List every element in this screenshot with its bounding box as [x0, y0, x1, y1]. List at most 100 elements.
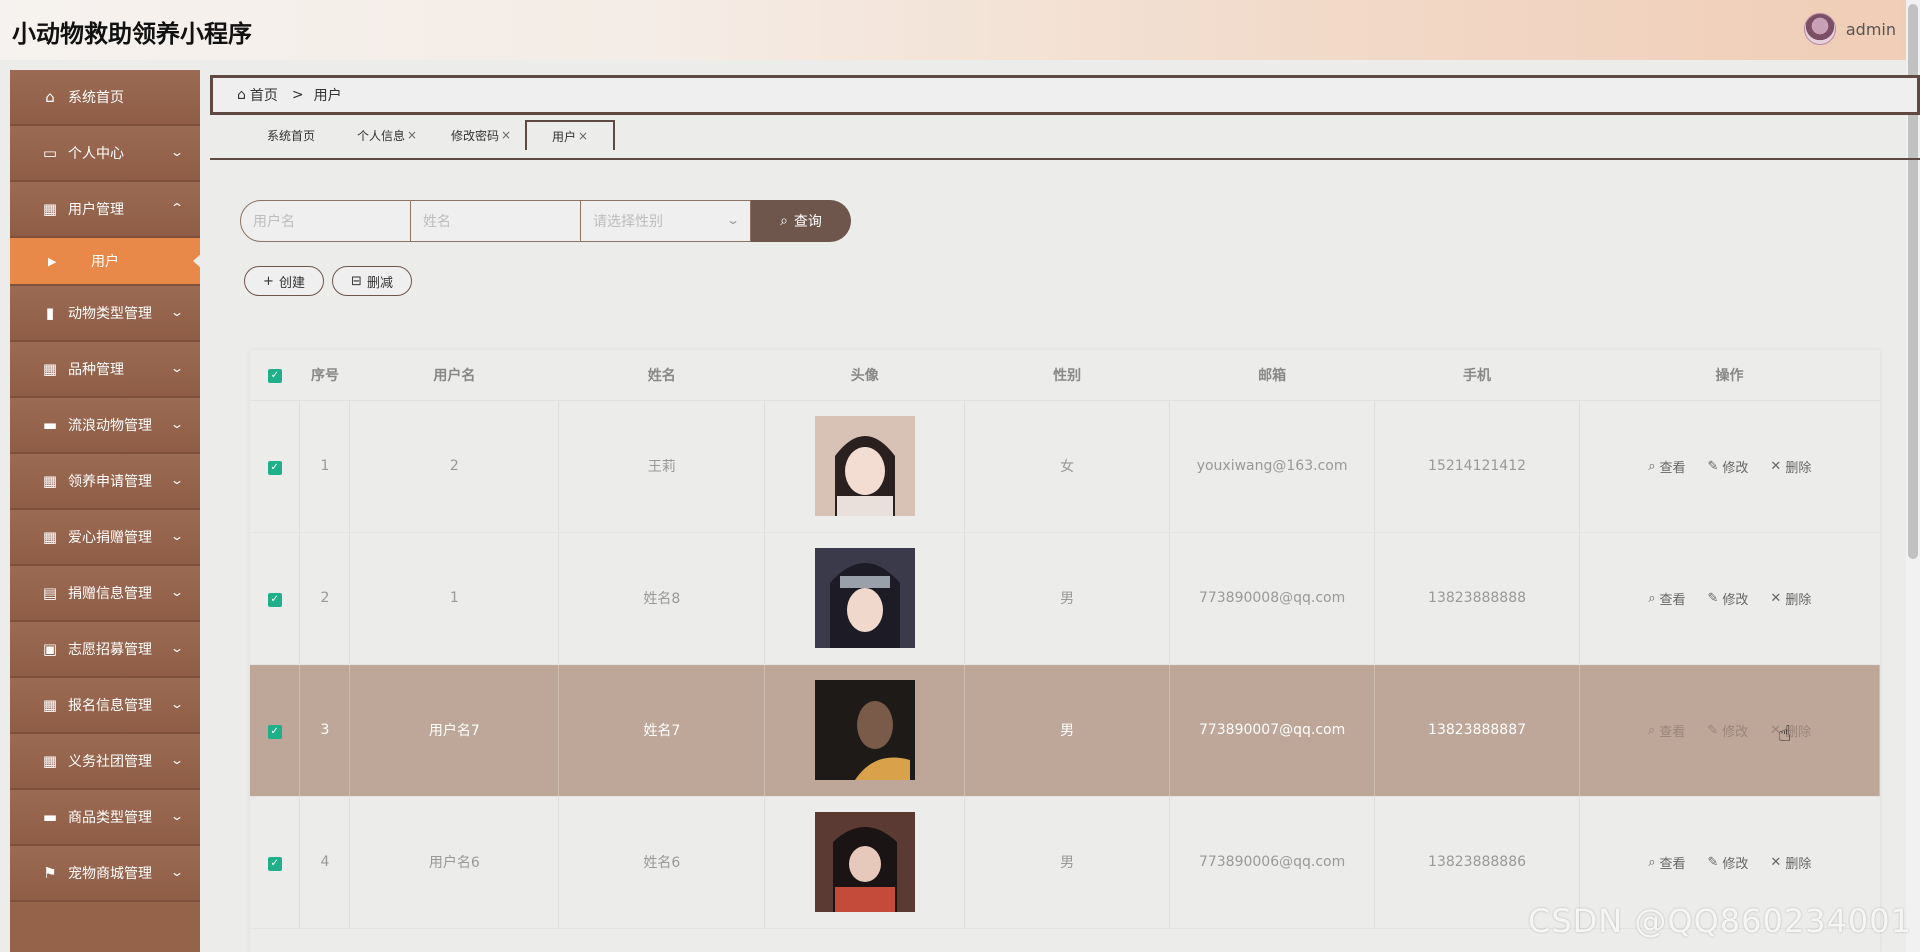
create-button[interactable]: + 创建 [244, 266, 324, 296]
sidebar-item-volunteer[interactable]: ▣ 志愿招募管理 ⌄ [10, 622, 200, 678]
search-bar: 用户名 姓名 请选择性别 ⌄ ⌕ 查询 [240, 200, 851, 242]
edit-button[interactable]: ✎ 修改 [1707, 457, 1748, 476]
plus-icon: + [263, 273, 274, 289]
search-button[interactable]: ⌕ 查询 [751, 200, 851, 242]
username-cell: 用户名7 [349, 664, 560, 797]
delete-button[interactable]: ✕ 删除 [1770, 589, 1811, 608]
name-search-input[interactable]: 姓名 [411, 200, 581, 242]
grid-icon: ▦ [42, 200, 58, 218]
sidebar-item-animal-type[interactable]: ▮ 动物类型管理 ⌄ [10, 286, 200, 342]
tab-system-home[interactable]: 系统首页 [254, 120, 328, 150]
row-checkbox[interactable]: ✓ [267, 856, 282, 871]
pencil-icon: ✎ [1707, 590, 1719, 606]
select-all-cell[interactable]: ✓ [250, 350, 300, 401]
table-row-hovered[interactable]: ✓ 3 用户名7 姓名7 男 773890007@qq.com 13823888… [250, 664, 1880, 797]
user-avatar[interactable] [1803, 13, 1836, 45]
row-checkbox[interactable]: ✓ [267, 724, 282, 739]
close-icon[interactable]: × [407, 128, 417, 142]
close-icon[interactable]: × [501, 128, 511, 142]
name-cell: 姓名7 [558, 664, 766, 797]
row-checkbox-cell[interactable]: ✓ [250, 664, 301, 797]
view-button[interactable]: ⌕ 查看 [1648, 589, 1685, 608]
sidebar-item-donation-info[interactable]: ▤ 捐赠信息管理 ⌄ [10, 566, 200, 622]
sidebar-item-stray-animal[interactable]: ▬ 流浪动物管理 ⌄ [10, 398, 200, 454]
gender-select[interactable]: 请选择性别 ⌄ [581, 200, 751, 242]
sidebar-subitem-user[interactable]: ▶ 用户 [10, 238, 201, 286]
grid-icon: ▦ [42, 696, 58, 714]
sidebar-item-label: 流浪动物管理 [68, 418, 152, 434]
view-button[interactable]: ⌕ 查看 [1648, 457, 1685, 476]
tab-personal-info[interactable]: 个人信息 × [350, 120, 424, 150]
active-indicator [193, 254, 201, 268]
row-checkbox[interactable]: ✓ [267, 460, 282, 475]
sidebar-item-breed[interactable]: ▦ 品种管理 ⌄ [10, 342, 200, 398]
sidebar-item-label: 宠物商城管理 [68, 866, 152, 882]
gender-cell: 女 [964, 400, 1171, 533]
sidebar-item-user-management[interactable]: ▦ 用户管理 ⌃ [10, 182, 200, 238]
avatar-cell [764, 664, 966, 797]
view-label: 查看 [1659, 724, 1686, 740]
edit-button[interactable]: ✎ 修改 [1707, 721, 1748, 740]
index-cell: 2 [299, 532, 351, 665]
email-cell: 773890007@qq.com [1169, 664, 1376, 797]
select-all-checkbox[interactable]: ✓ [267, 369, 282, 384]
tab-change-password[interactable]: 修改密码 × [444, 120, 518, 150]
sidebar-item-club[interactable]: ▦ 义务社团管理 ⌄ [10, 734, 200, 790]
breadcrumb-home[interactable]: 首页 [250, 85, 278, 105]
sidebar-item-personal-center[interactable]: ▭ 个人中心 ⌄ [10, 126, 200, 182]
username-cell: 2 [349, 400, 560, 533]
row-checkbox-cell[interactable]: ✓ [250, 796, 301, 929]
sidebar-item-label: 系统首页 [68, 90, 124, 106]
view-label: 查看 [1659, 592, 1686, 608]
user-table: ✓ 序号 用户名 姓名 头像 性别 邮箱 手机 操作 ✓ 1 2 王莉 女 yo… [250, 350, 1880, 952]
batch-delete-button[interactable]: ⊟ 删减 [332, 266, 412, 296]
column-header: 操作 [1579, 350, 1880, 401]
close-icon[interactable]: × [578, 129, 588, 143]
search-icon: ⌕ [1647, 722, 1656, 738]
watermark: CSDN @QQ860234001 [1527, 902, 1912, 940]
flag-icon: ⚑ [43, 864, 57, 882]
edit-button[interactable]: ✎ 修改 [1707, 589, 1748, 608]
email-cell: 773890008@qq.com [1169, 532, 1376, 665]
hand-cursor-icon: ☝ [1778, 722, 1792, 747]
user-name[interactable]: admin [1846, 20, 1896, 39]
user-menu[interactable]: admin [1803, 13, 1896, 45]
sidebar-item-adoption-apply[interactable]: ▦ 领养申请管理 ⌄ [10, 454, 200, 510]
tab-user[interactable]: 用户 × [525, 120, 615, 150]
create-button-label: 创建 [278, 275, 305, 291]
avatar-cell [764, 532, 966, 665]
phone-cell: 13823888888 [1374, 532, 1581, 665]
view-button[interactable]: ⌕ 查看 [1648, 721, 1685, 740]
sidebar-item-label: 用户管理 [68, 202, 124, 218]
sidebar-item-home[interactable]: ⌂ 系统首页 [10, 70, 200, 126]
row-checkbox-cell[interactable]: ✓ [250, 532, 301, 665]
delete-button[interactable]: ✕ 删除 [1770, 457, 1811, 476]
table-row[interactable]: ✓ 2 1 姓名8 男 773890008@qq.com 13823888888 [250, 532, 1880, 665]
sidebar-item-pet-mall[interactable]: ⚑ 宠物商城管理 ⌄ [10, 846, 200, 902]
row-checkbox-cell[interactable]: ✓ [250, 400, 301, 533]
username-placeholder: 用户名 [253, 214, 295, 230]
breadcrumb-current: 用户 [313, 88, 342, 104]
sidebar-item-label: 商品类型管理 [68, 810, 152, 826]
index-cell: 3 [299, 664, 351, 797]
sidebar-item-donation[interactable]: ▦ 爱心捐赠管理 ⌄ [10, 510, 200, 566]
view-button[interactable]: ⌕ 查看 [1648, 853, 1685, 872]
edit-button[interactable]: ✎ 修改 [1707, 853, 1748, 872]
row-checkbox[interactable]: ✓ [267, 592, 282, 607]
delete-label: 删除 [1785, 592, 1812, 608]
delete-button[interactable]: ✕ 删除 [1770, 853, 1811, 872]
view-label: 查看 [1659, 856, 1686, 872]
username-search-input[interactable]: 用户名 [240, 200, 411, 242]
sidebar-item-goods-type[interactable]: ▬ 商品类型管理 ⌄ [10, 790, 200, 846]
top-header: 小动物救助领养小程序 admin [0, 0, 1920, 60]
search-button-label: 查询 [793, 214, 822, 230]
chevron-down-icon: ⌄ [169, 641, 185, 655]
name-cell: 姓名6 [558, 796, 766, 929]
chevron-down-icon: ⌄ [169, 585, 185, 599]
sidebar-item-registration[interactable]: ▦ 报名信息管理 ⌄ [10, 678, 200, 734]
table-row[interactable]: ✓ 1 2 王莉 女 youxiwang@163.com 15214121412 [250, 400, 1880, 533]
chevron-down-icon: ⌄ [169, 753, 185, 767]
chevron-down-icon: ⌄ [169, 529, 185, 543]
name-cell: 王莉 [558, 400, 766, 533]
printer-icon: ▣ [42, 640, 58, 658]
